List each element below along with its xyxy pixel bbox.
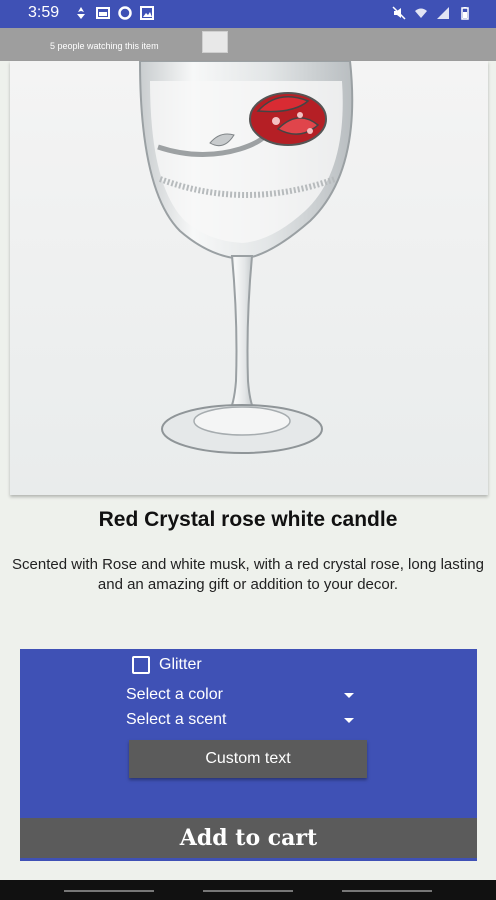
glitter-checkbox[interactable] [132, 656, 150, 674]
status-left-icons [74, 6, 154, 20]
nav-back-handle[interactable] [64, 890, 154, 892]
battery-icon [461, 7, 469, 20]
circle-app-icon [118, 6, 132, 20]
color-select[interactable]: Select a color [126, 686, 354, 708]
product-description: Scented with Rose and white musk, with a… [12, 556, 484, 593]
status-right-icons [392, 6, 472, 20]
crystal-rose [249, 92, 327, 146]
system-navigation-bar [0, 880, 496, 900]
scent-select-label: Select a scent [126, 711, 227, 728]
custom-text-button[interactable]: Custom text [129, 740, 367, 778]
add-to-cart-button[interactable]: Add to cart [20, 818, 477, 858]
status-time: 3:59 [28, 4, 60, 21]
mute-icon [392, 6, 406, 20]
scent-select[interactable]: Select a scent [126, 711, 354, 733]
app-notification-icon [77, 7, 85, 19]
nav-home-handle[interactable] [203, 890, 293, 892]
product-options-panel: Glitter Select a color Select a scent Cu… [20, 649, 477, 861]
wifi-icon [415, 8, 427, 18]
chevron-down-icon [344, 693, 354, 698]
color-select-label: Select a color [126, 686, 223, 703]
photo-icon [140, 6, 154, 20]
wine-glass-illustration [10, 61, 488, 495]
image-icon [96, 7, 110, 19]
glitter-option[interactable]: Glitter [132, 656, 202, 674]
glitter-label: Glitter [159, 656, 202, 673]
nav-recents-handle[interactable] [342, 890, 432, 892]
watchers-text: 5 people watching this item [50, 41, 159, 51]
watchers-banner: 5 people watching this item [0, 28, 496, 61]
chevron-down-icon [344, 718, 354, 723]
watchers-thumbnail [202, 31, 228, 53]
product-image[interactable] [10, 61, 488, 495]
signal-icon [437, 7, 449, 19]
status-bar: 3:59 [0, 0, 496, 28]
product-title: Red Crystal rose white candle [98, 508, 398, 531]
